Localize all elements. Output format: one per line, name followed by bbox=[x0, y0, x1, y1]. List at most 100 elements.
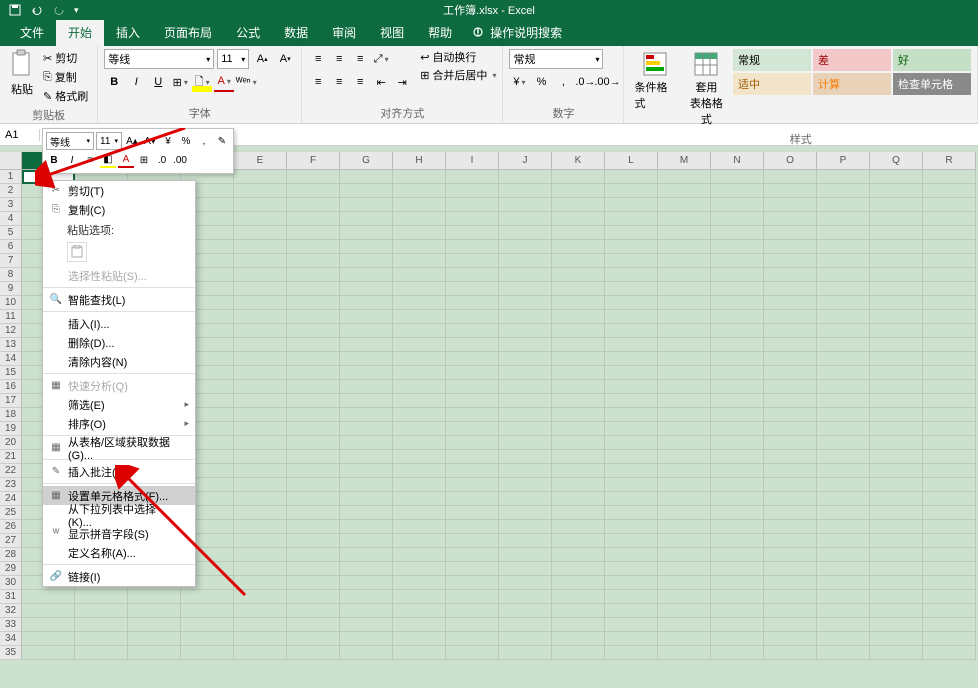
cell[interactable] bbox=[711, 380, 764, 394]
cell[interactable] bbox=[552, 646, 605, 660]
cm-smart-lookup[interactable]: 🔍智能查找(L) bbox=[43, 290, 195, 309]
cell[interactable] bbox=[764, 282, 817, 296]
tell-me-search[interactable]: 操作说明搜索 bbox=[464, 19, 570, 46]
align-right-icon[interactable]: ≡ bbox=[350, 72, 370, 92]
row-header-15[interactable]: 15 bbox=[0, 366, 22, 380]
cell[interactable] bbox=[711, 450, 764, 464]
cell[interactable] bbox=[287, 436, 340, 450]
row-header-6[interactable]: 6 bbox=[0, 240, 22, 254]
cell[interactable] bbox=[817, 198, 870, 212]
cell[interactable] bbox=[446, 366, 499, 380]
row-header-35[interactable]: 35 bbox=[0, 646, 22, 660]
cell[interactable] bbox=[870, 366, 923, 380]
cell[interactable] bbox=[499, 170, 552, 184]
cell[interactable] bbox=[340, 338, 393, 352]
cell[interactable] bbox=[287, 324, 340, 338]
cell[interactable] bbox=[605, 310, 658, 324]
cell[interactable] bbox=[605, 576, 658, 590]
cell[interactable] bbox=[605, 184, 658, 198]
cell[interactable] bbox=[552, 450, 605, 464]
cell[interactable] bbox=[393, 226, 446, 240]
row-header-12[interactable]: 12 bbox=[0, 324, 22, 338]
cell[interactable] bbox=[287, 520, 340, 534]
cell[interactable] bbox=[22, 618, 75, 632]
cell[interactable] bbox=[340, 408, 393, 422]
cm-link[interactable]: 🔗链接(I) bbox=[43, 567, 195, 586]
tab-file[interactable]: 文件 bbox=[8, 19, 56, 46]
cell[interactable] bbox=[764, 212, 817, 226]
cell[interactable] bbox=[764, 632, 817, 646]
cell[interactable] bbox=[870, 590, 923, 604]
cell[interactable] bbox=[870, 184, 923, 198]
cell[interactable] bbox=[658, 282, 711, 296]
cell[interactable] bbox=[499, 282, 552, 296]
cell[interactable] bbox=[605, 506, 658, 520]
copy-button[interactable]: ⎘复制 bbox=[40, 68, 91, 86]
cell[interactable] bbox=[234, 492, 287, 506]
cell[interactable] bbox=[234, 422, 287, 436]
cell[interactable] bbox=[287, 282, 340, 296]
cell[interactable] bbox=[287, 268, 340, 282]
cell[interactable] bbox=[234, 352, 287, 366]
mini-size-combo[interactable]: 11▾ bbox=[96, 132, 122, 150]
cell[interactable] bbox=[287, 562, 340, 576]
cell[interactable] bbox=[393, 506, 446, 520]
cell[interactable] bbox=[870, 282, 923, 296]
cell[interactable] bbox=[340, 310, 393, 324]
cell[interactable] bbox=[499, 520, 552, 534]
cell[interactable] bbox=[446, 254, 499, 268]
cell[interactable] bbox=[393, 520, 446, 534]
cell[interactable] bbox=[923, 170, 976, 184]
mini-decrease-font-icon[interactable]: A▾ bbox=[142, 133, 158, 149]
cell[interactable] bbox=[287, 478, 340, 492]
redo-icon[interactable] bbox=[52, 3, 66, 17]
cell[interactable] bbox=[605, 632, 658, 646]
cell[interactable] bbox=[923, 282, 976, 296]
tab-insert[interactable]: 插入 bbox=[104, 19, 152, 46]
col-header-G[interactable]: G bbox=[340, 152, 393, 170]
cell[interactable] bbox=[393, 380, 446, 394]
cell[interactable] bbox=[870, 394, 923, 408]
cell[interactable] bbox=[817, 380, 870, 394]
cell[interactable] bbox=[870, 520, 923, 534]
cell[interactable] bbox=[605, 240, 658, 254]
cell[interactable] bbox=[287, 464, 340, 478]
cell[interactable] bbox=[75, 618, 128, 632]
cell[interactable] bbox=[764, 534, 817, 548]
cell[interactable] bbox=[340, 618, 393, 632]
cell[interactable] bbox=[340, 604, 393, 618]
cell[interactable] bbox=[605, 282, 658, 296]
cell[interactable] bbox=[499, 604, 552, 618]
row-header-16[interactable]: 16 bbox=[0, 380, 22, 394]
cell[interactable] bbox=[393, 408, 446, 422]
cell[interactable] bbox=[658, 296, 711, 310]
cell[interactable] bbox=[446, 632, 499, 646]
cell[interactable] bbox=[923, 646, 976, 660]
cell[interactable] bbox=[287, 380, 340, 394]
col-header-F[interactable]: F bbox=[287, 152, 340, 170]
cell[interactable] bbox=[764, 590, 817, 604]
cell[interactable] bbox=[923, 506, 976, 520]
cell[interactable] bbox=[75, 590, 128, 604]
cell[interactable] bbox=[605, 646, 658, 660]
tab-data[interactable]: 数据 bbox=[272, 19, 320, 46]
cell[interactable] bbox=[393, 576, 446, 590]
cell[interactable] bbox=[552, 422, 605, 436]
cell[interactable] bbox=[605, 170, 658, 184]
cell[interactable] bbox=[552, 492, 605, 506]
row-header-5[interactable]: 5 bbox=[0, 226, 22, 240]
style-check[interactable]: 检查单元格 bbox=[893, 73, 971, 95]
cell[interactable] bbox=[605, 226, 658, 240]
cell[interactable] bbox=[499, 562, 552, 576]
cell[interactable] bbox=[446, 212, 499, 226]
cell[interactable] bbox=[552, 478, 605, 492]
cell[interactable] bbox=[764, 268, 817, 282]
cell[interactable] bbox=[764, 394, 817, 408]
cell[interactable] bbox=[340, 562, 393, 576]
cell[interactable] bbox=[817, 464, 870, 478]
cell[interactable] bbox=[234, 366, 287, 380]
cell[interactable] bbox=[711, 184, 764, 198]
cell[interactable] bbox=[234, 436, 287, 450]
cell[interactable] bbox=[446, 464, 499, 478]
cell[interactable] bbox=[393, 254, 446, 268]
